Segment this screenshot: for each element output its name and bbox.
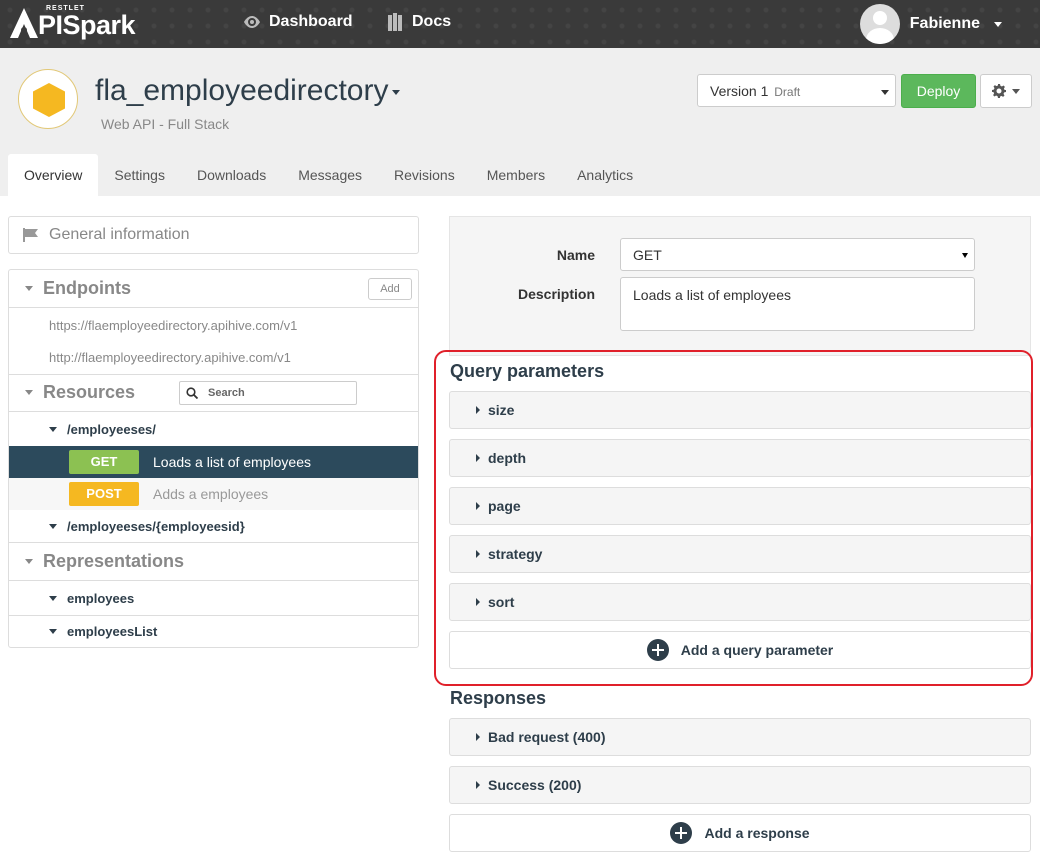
tab-downloads[interactable]: Downloads (181, 154, 282, 196)
representation-name: employees (67, 590, 135, 606)
nav-dashboard[interactable]: Dashboard (243, 13, 353, 31)
chevron-down-icon (49, 628, 57, 634)
resource-path: /employeeses/ (67, 421, 156, 437)
search-icon (186, 387, 198, 399)
endpoint-url[interactable]: http://flaemployeedirectory.apihive.com/… (49, 350, 291, 365)
representation-name: employeesList (67, 623, 158, 639)
name-label: Name (556, 247, 595, 263)
method-description: Loads a list of employees (153, 454, 311, 470)
tab-overview[interactable]: Overview (8, 154, 99, 196)
representation-item[interactable]: employees (9, 589, 418, 607)
nav-docs[interactable]: Docs (388, 13, 451, 31)
logo-text: PISpark (38, 10, 136, 40)
resource-item[interactable]: /employeeses/{employeesid} (9, 517, 418, 535)
version-label: Version 1 (710, 83, 769, 99)
version-status: Draft (774, 85, 801, 99)
tab-messages[interactable]: Messages (282, 154, 378, 196)
method-item-get[interactable]: GET Loads a list of employees (9, 446, 418, 478)
api-title-text: fla_employeedirectory (95, 74, 389, 107)
general-information-label: General information (49, 226, 190, 243)
representations-header[interactable]: Representations (9, 543, 418, 581)
search-placeholder: Search (208, 387, 245, 399)
representations-title: Representations (43, 551, 185, 571)
add-response-label: Add a response (704, 825, 810, 841)
apispark-logo[interactable]: RESTLET PISpark (10, 5, 136, 41)
method-badge-post: POST (69, 482, 139, 506)
hexagon-icon (33, 83, 65, 117)
representation-item[interactable]: employeesList (9, 622, 418, 640)
resource-path: /employeeses/{employeesid} (67, 518, 245, 534)
tab-settings[interactable]: Settings (98, 154, 181, 196)
response-name: Bad request (400) (488, 729, 606, 745)
description-label: Description (517, 286, 595, 302)
divider (9, 615, 418, 616)
chevron-down-icon (49, 523, 57, 529)
plus-circle-icon (670, 822, 693, 844)
endpoints-header[interactable]: Endpoints Add (9, 270, 418, 308)
chevron-right-icon (476, 781, 480, 789)
api-outline-panel: Endpoints Add https://flaemployeedirecto… (8, 269, 419, 648)
tab-bar: Overview Settings Downloads Messages Rev… (8, 154, 649, 196)
version-select[interactable]: Version 1 Draft (697, 74, 896, 107)
chevron-down-icon (392, 89, 401, 95)
api-badge (18, 69, 78, 129)
response-item[interactable]: Success (200) (449, 766, 1031, 804)
tab-revisions[interactable]: Revisions (378, 154, 471, 196)
responses-title: Responses (450, 688, 547, 708)
method-badge-get: GET (69, 450, 139, 474)
method-description: Adds a employees (153, 486, 269, 502)
tab-analytics[interactable]: Analytics (561, 154, 649, 196)
page-title[interactable]: fla_employeedirectory (95, 74, 401, 108)
chevron-down-icon (1012, 88, 1020, 94)
logo-a-icon (10, 8, 38, 38)
chevron-right-icon (476, 733, 480, 741)
chevron-down-icon (994, 21, 1002, 27)
api-subtitle: Web API - Full Stack (101, 116, 230, 132)
tab-members[interactable]: Members (471, 154, 561, 196)
response-item[interactable]: Bad request (400) (449, 718, 1031, 756)
endpoints-title: Endpoints (43, 278, 131, 298)
endpoint-url[interactable]: https://flaemployeedirectory.apihive.com… (49, 318, 297, 333)
user-menu[interactable]: Fabienne (859, 4, 1002, 44)
response-name: Success (200) (488, 777, 582, 793)
add-response-button[interactable]: Add a response (449, 814, 1031, 852)
chevron-down-icon (25, 286, 33, 291)
chevron-down-icon (49, 426, 57, 432)
method-item-post[interactable]: POST Adds a employees (9, 478, 418, 510)
flag-icon (23, 228, 38, 242)
chevron-down-icon (25, 559, 33, 564)
chevron-down-icon (881, 90, 889, 95)
logo-restlet-text: RESTLET (46, 5, 85, 12)
top-navbar: RESTLET PISpark Dashboard Docs Fabienne (0, 0, 1040, 48)
eye-icon (244, 16, 260, 28)
deploy-button[interactable]: Deploy (901, 74, 976, 108)
gear-icon (992, 84, 1006, 98)
highlight-annotation (434, 350, 1033, 686)
avatar (859, 4, 900, 44)
resources-header[interactable]: Resources Search (9, 374, 418, 412)
name-select[interactable]: GET (620, 238, 975, 271)
general-information-link[interactable]: General information (8, 216, 419, 254)
user-name: Fabienne (909, 15, 980, 32)
chevron-down-icon (962, 253, 968, 258)
add-endpoint-button[interactable]: Add (368, 278, 412, 300)
description-textarea[interactable]: Loads a list of employees (620, 277, 975, 331)
chevron-down-icon (49, 595, 57, 601)
resource-search-input[interactable]: Search (179, 381, 357, 405)
resources-title: Resources (43, 382, 136, 402)
resource-item[interactable]: /employeeses/ (9, 420, 418, 438)
nav-dashboard-label: Dashboard (269, 13, 353, 30)
settings-menu-button[interactable] (980, 74, 1032, 108)
nav-docs-label: Docs (412, 13, 452, 30)
name-value: GET (633, 247, 662, 263)
api-header: fla_employeedirectory Web API - Full Sta… (0, 48, 1040, 196)
chevron-down-icon (25, 390, 33, 395)
book-icon (388, 13, 402, 31)
